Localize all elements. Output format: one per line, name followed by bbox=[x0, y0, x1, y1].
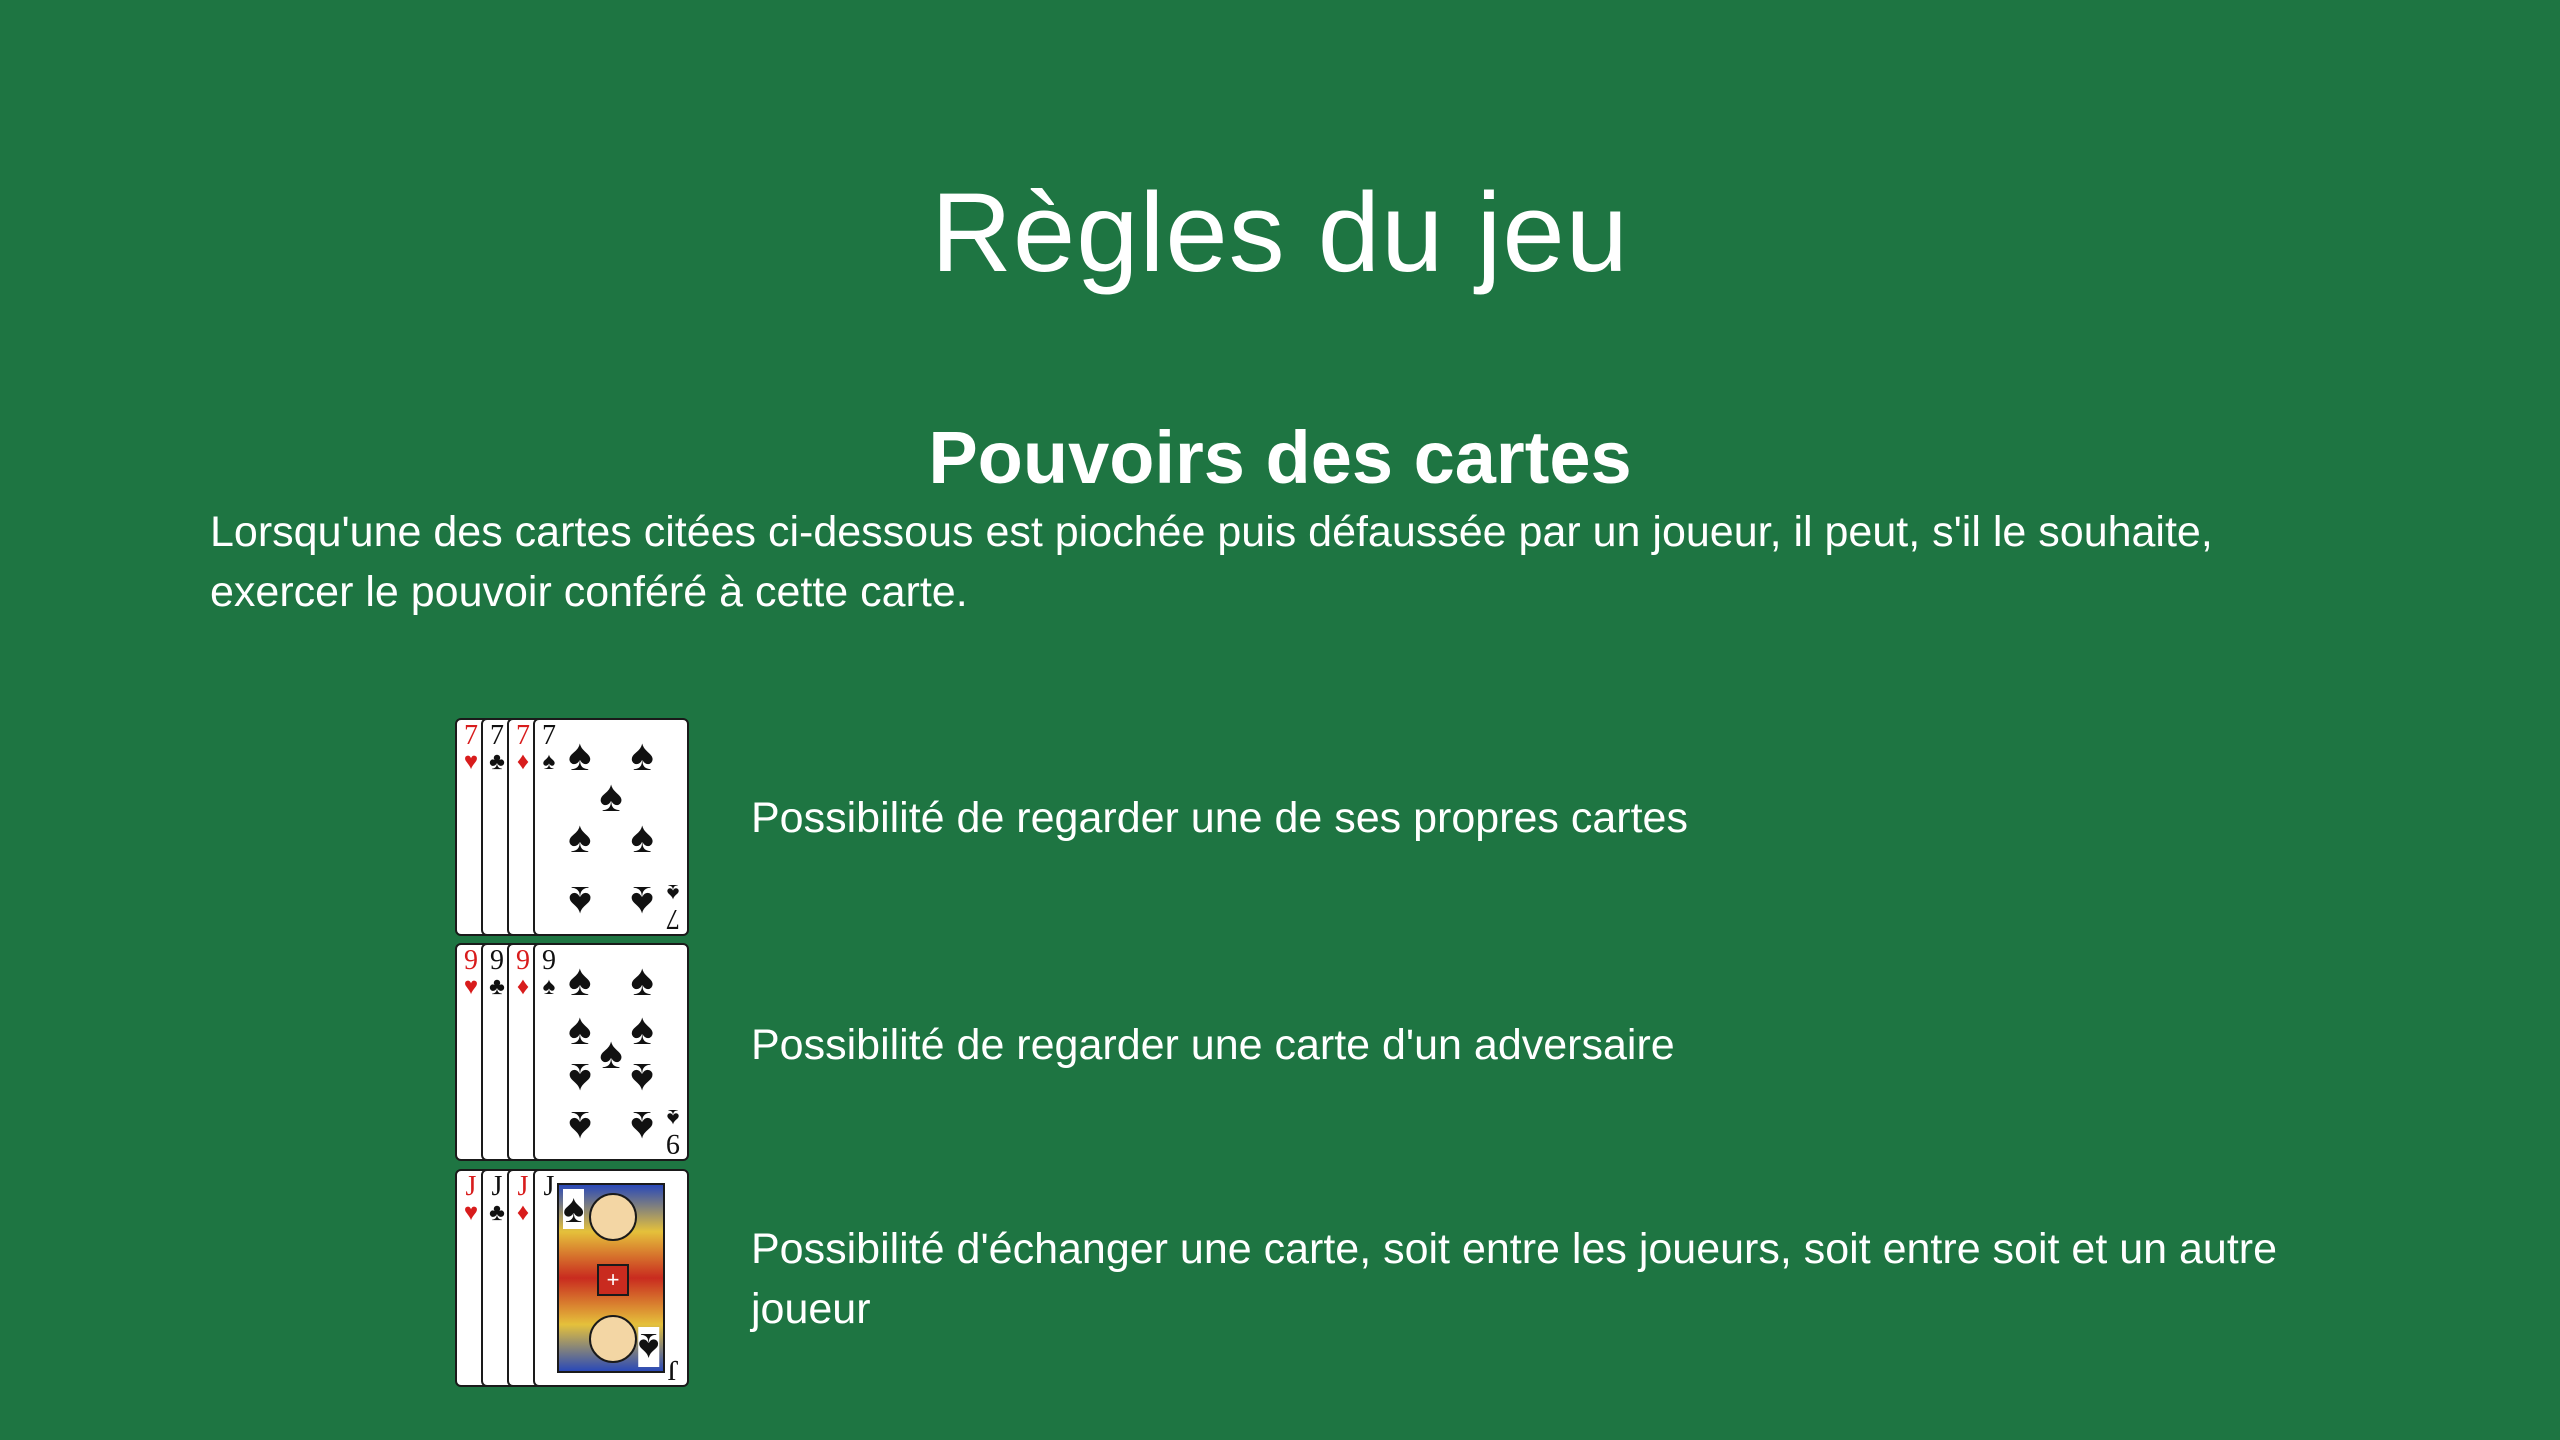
spade-icon: ♠ bbox=[568, 731, 592, 781]
jack-head-icon bbox=[589, 1193, 637, 1241]
card-nine-spades: 9 ♠ ♠ ♠ ♠ ♠ ♠ ♠ ♠ ♠ ♠ 9 ♠ bbox=[533, 943, 689, 1161]
section-title: Pouvoirs des cartes bbox=[928, 416, 1632, 500]
spade-icon: ♠ bbox=[568, 1102, 592, 1152]
spade-icon: ♠ bbox=[568, 877, 592, 927]
spade-icon: ♠ bbox=[630, 813, 654, 863]
power-description-nine: Possibilité de regarder une carte d'un a… bbox=[751, 1021, 1675, 1069]
spade-icon: ♠ bbox=[599, 1028, 623, 1078]
power-description-jack: Possibilité d'échanger une carte, soit e… bbox=[751, 1225, 2278, 1333]
spade-icon: ♠ bbox=[630, 731, 654, 781]
spade-icon: ♠ bbox=[630, 1102, 654, 1152]
spade-icon: ♠ bbox=[563, 1187, 585, 1231]
intro-paragraph: Lorsqu'une des cartes citées ci-dessous … bbox=[210, 508, 2213, 616]
jack-head-icon bbox=[589, 1315, 637, 1363]
spade-icon: ♠ bbox=[637, 1325, 659, 1369]
pips-seven: ♠ ♠ ♠ ♠ ♠ ♠ ♠ bbox=[559, 731, 663, 927]
spade-icon: ♠ bbox=[630, 956, 654, 1006]
card-jack-spades: J ♠ + ♠ J bbox=[533, 1169, 689, 1387]
power-row-nine: 9 ♥ 9 ♣ 9 ♦ 9 ♠ ♠ ♠ ♠ ♠ ♠ ♠ ♠ ♠ ♠ 9 ♠ Possibi… bbox=[455, 943, 2355, 1165]
card-fan-jack: J ♥ J ♣ J ♦ J ♠ + ♠ J bbox=[455, 1169, 695, 1391]
cross-icon: + bbox=[597, 1264, 629, 1296]
spade-icon: ♠ bbox=[568, 813, 592, 863]
card-fan-nine: 9 ♥ 9 ♣ 9 ♦ 9 ♠ ♠ ♠ ♠ ♠ ♠ ♠ ♠ ♠ ♠ 9 ♠ bbox=[455, 943, 695, 1165]
spade-icon: ♠ bbox=[568, 1054, 592, 1104]
page-title: Règles du jeu bbox=[931, 170, 1629, 296]
spade-icon: ♠ bbox=[568, 956, 592, 1006]
spade-icon: ♠ bbox=[568, 1004, 592, 1054]
power-description-seven: Possibilité de regarder une de ses propr… bbox=[751, 794, 1688, 842]
card-fan-seven: 7 ♥ 7 ♣ 7 ♦ 7 ♠ ♠ ♠ ♠ ♠ ♠ ♠ ♠ 7 ♠ bbox=[455, 718, 695, 940]
spade-icon: ♠ bbox=[630, 1004, 654, 1054]
spade-icon: ♠ bbox=[599, 772, 623, 822]
spade-icon: ♠ bbox=[630, 877, 654, 927]
pips-nine: ♠ ♠ ♠ ♠ ♠ ♠ ♠ ♠ ♠ bbox=[559, 956, 663, 1152]
jack-face-illustration: ♠ + ♠ bbox=[557, 1183, 665, 1373]
power-row-jack: J ♥ J ♣ J ♦ J ♠ + ♠ J Possibilité d'échange… bbox=[455, 1169, 2355, 1391]
card-seven-spades: 7 ♠ ♠ ♠ ♠ ♠ ♠ ♠ ♠ 7 ♠ bbox=[533, 718, 689, 936]
spade-icon: ♠ bbox=[630, 1054, 654, 1104]
power-row-seven: 7 ♥ 7 ♣ 7 ♦ 7 ♠ ♠ ♠ ♠ ♠ ♠ ♠ ♠ 7 ♠ Possibilité… bbox=[455, 718, 2355, 940]
